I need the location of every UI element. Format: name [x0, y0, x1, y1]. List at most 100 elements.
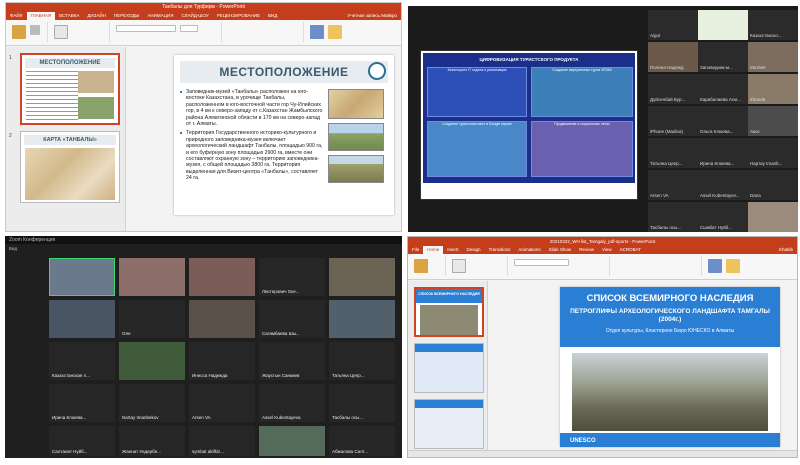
- tab-acrobat[interactable]: ACROBAT: [616, 246, 645, 254]
- participant-tile[interactable]: Татьяна Цепр...: [329, 342, 395, 380]
- tab-transitions[interactable]: Transitions: [485, 246, 515, 254]
- participant-tile[interactable]: Дуйсенбай Бур...: [648, 74, 698, 104]
- participant-tile[interactable]: [49, 258, 115, 296]
- paste-icon[interactable]: [12, 25, 26, 39]
- tab-design[interactable]: Design: [463, 246, 485, 254]
- participant-tile[interactable]: Оле: [119, 300, 185, 338]
- participant-tile[interactable]: [748, 202, 798, 232]
- participant-tile[interactable]: Nartay Imanbekov: [119, 384, 185, 422]
- participant-tile[interactable]: Полина Надежд: [648, 42, 698, 72]
- participant-tile[interactable]: Aigul: [648, 10, 698, 40]
- participant-tile[interactable]: symbat akifkiz...: [189, 426, 255, 456]
- participant-tile[interactable]: Zhanda: [748, 74, 798, 104]
- tab-animations[interactable]: Animations: [514, 246, 544, 254]
- thumb-photo-image: [78, 97, 114, 119]
- tab-design[interactable]: ДИЗАЙН: [83, 12, 110, 20]
- participant-tile[interactable]: [189, 258, 255, 296]
- cut-icon[interactable]: [30, 25, 40, 35]
- participant-tile[interactable]: Ольга Клюева...: [698, 106, 748, 136]
- slide-thumb-2[interactable]: [414, 343, 484, 393]
- tab-review[interactable]: РЕЦЕНЗИРОВАНИЕ: [213, 12, 264, 20]
- participant-tile[interactable]: [329, 258, 395, 296]
- participant-tile[interactable]: Жаусгын Санкиев: [259, 342, 325, 380]
- tab-home[interactable]: Home: [423, 246, 444, 254]
- slide-thumbnails: 1 МЕСТОПОЛОЖЕНИЕ 2 КАРТА «ТАНБАЛЫ»: [6, 47, 126, 231]
- participant-tile[interactable]: Заповедник-м...: [698, 42, 748, 72]
- participant-tile[interactable]: Сымбат Нуйб...: [698, 202, 748, 232]
- shapes-icon[interactable]: [708, 259, 722, 273]
- new-slide-icon[interactable]: [54, 25, 68, 39]
- slide-canvas[interactable]: МЕСТОПОЛОЖЕНИЕ Заповедник-музей «Танбалы…: [174, 55, 394, 215]
- participant-tile[interactable]: Матвея: [748, 42, 798, 72]
- tab-insert[interactable]: Insert: [443, 246, 462, 254]
- participant-tile[interactable]: iPhone (Madina): [648, 106, 698, 136]
- shared-slide: ЦИФРОВИЗАЦИЯ ТУРИСТСКОГО ПРОДУКТА Монито…: [423, 53, 635, 183]
- slide-thumb-3[interactable]: [414, 399, 484, 449]
- font-select[interactable]: [514, 259, 569, 266]
- participant-tile[interactable]: [189, 300, 255, 338]
- participant-tile[interactable]: Инесса Надежда: [189, 342, 255, 380]
- tab-transitions[interactable]: ПЕРЕХОДЫ: [110, 12, 144, 20]
- slide-thumb-1[interactable]: СПИСОК ВСЕМИРНОГО НАСЛЕДИЯ: [414, 287, 484, 337]
- participant-tile[interactable]: [259, 426, 325, 456]
- participant-tile[interactable]: Assel Kubentayev...: [698, 170, 748, 200]
- participant-tile[interactable]: Казахстанская л...: [49, 342, 115, 380]
- participant-tile[interactable]: [119, 342, 185, 380]
- account-name[interactable]: Khabib: [775, 246, 797, 254]
- participant-tile[interactable]: [49, 300, 115, 338]
- tab-file[interactable]: File: [408, 246, 423, 254]
- participant-tile[interactable]: [698, 10, 748, 40]
- participant-tile[interactable]: Салтанат Нуйб...: [49, 426, 115, 456]
- slides-group: [448, 256, 508, 276]
- tab-view[interactable]: View: [598, 246, 616, 254]
- shared-presentation[interactable]: ЦИФРОВИЗАЦИЯ ТУРИСТСКОГО ПРОДУКТА Монито…: [420, 50, 638, 200]
- participant-tile[interactable]: [119, 258, 185, 296]
- participant-tile[interactable]: Arsen VA: [648, 170, 698, 200]
- ribbon: [6, 20, 401, 46]
- participant-tile[interactable]: Казахстанско...: [748, 10, 798, 40]
- tab-review[interactable]: Review: [575, 246, 598, 254]
- tab-file[interactable]: ФАЙЛ: [6, 12, 27, 20]
- shapes-icon[interactable]: [310, 25, 324, 39]
- participant-tile[interactable]: Карабалаева Али...: [698, 74, 748, 104]
- arrange-icon[interactable]: [726, 259, 740, 273]
- participant-tile[interactable]: Тасбалы осы...: [648, 202, 698, 232]
- participant-tile[interactable]: Листерович Оке...: [259, 258, 325, 296]
- font-select[interactable]: [116, 25, 176, 32]
- participant-tile[interactable]: Assel Kubentayeva: [259, 384, 325, 422]
- slide-thumb-2[interactable]: КАРТА «ТАНБАЛЫ»: [20, 131, 120, 203]
- participant-tile[interactable]: Акос: [748, 106, 798, 136]
- view-toggle[interactable]: Вид: [9, 246, 17, 251]
- tab-view[interactable]: ВИД: [264, 12, 281, 20]
- slide-thumb-1[interactable]: МЕСТОПОЛОЖЕНИЕ: [20, 53, 120, 125]
- tab-slideshow[interactable]: СЛАЙД-ШОУ: [177, 12, 212, 20]
- tab-slideshow[interactable]: Slide Show: [545, 246, 576, 254]
- participant-tile[interactable]: Абжалова Салт...: [329, 426, 395, 456]
- drawing-group: [704, 256, 794, 276]
- thumb-title: СПИСОК ВСЕМИРНОГО НАСЛЕДИЯ: [416, 289, 482, 303]
- slide-canvas[interactable]: СПИСОК ВСЕМИРНОГО НАСЛЕДИЯ ПЕТРОГЛИФЫ АР…: [560, 287, 780, 447]
- participant-tile[interactable]: Arsen VA: [189, 384, 255, 422]
- paste-icon[interactable]: [414, 259, 428, 273]
- participant-tile[interactable]: [329, 300, 395, 338]
- status-bar: [408, 450, 797, 457]
- participant-tile[interactable]: Ирина Клюева...: [698, 138, 748, 168]
- participant-tile[interactable]: Тасбалы осы...: [329, 384, 395, 422]
- participant-tile[interactable]: Dana: [748, 170, 798, 200]
- slide-cell: Продвижение в социальных сетях: [531, 121, 633, 177]
- slide-title: МЕСТОПОЛОЖЕНИЕ: [180, 61, 388, 83]
- tab-home[interactable]: ГЛАВНАЯ: [26, 12, 56, 20]
- new-slide-icon[interactable]: [452, 259, 466, 273]
- tab-animation[interactable]: АНИМАЦИЯ: [143, 12, 177, 20]
- participant-tile[interactable]: Сагимбаева Шы...: [259, 300, 325, 338]
- font-size-select[interactable]: [180, 25, 198, 32]
- account-name[interactable]: Учетная запись Майкро: [344, 12, 401, 20]
- participant-tile[interactable]: Жаннат Ундербе...: [119, 426, 185, 456]
- tab-insert[interactable]: ВСТАВКА: [55, 12, 83, 20]
- participant-tile[interactable]: Нартау Imanb...: [748, 138, 798, 168]
- arrange-icon[interactable]: [328, 25, 342, 39]
- participant-tile[interactable]: Татьяна Цепр...: [648, 138, 698, 168]
- participant-tile[interactable]: Ирина Клюева...: [49, 384, 115, 422]
- landscape-photo: [328, 155, 384, 183]
- slide-heading: СПИСОК ВСЕМИРНОГО НАСЛЕДИЯ: [586, 293, 754, 304]
